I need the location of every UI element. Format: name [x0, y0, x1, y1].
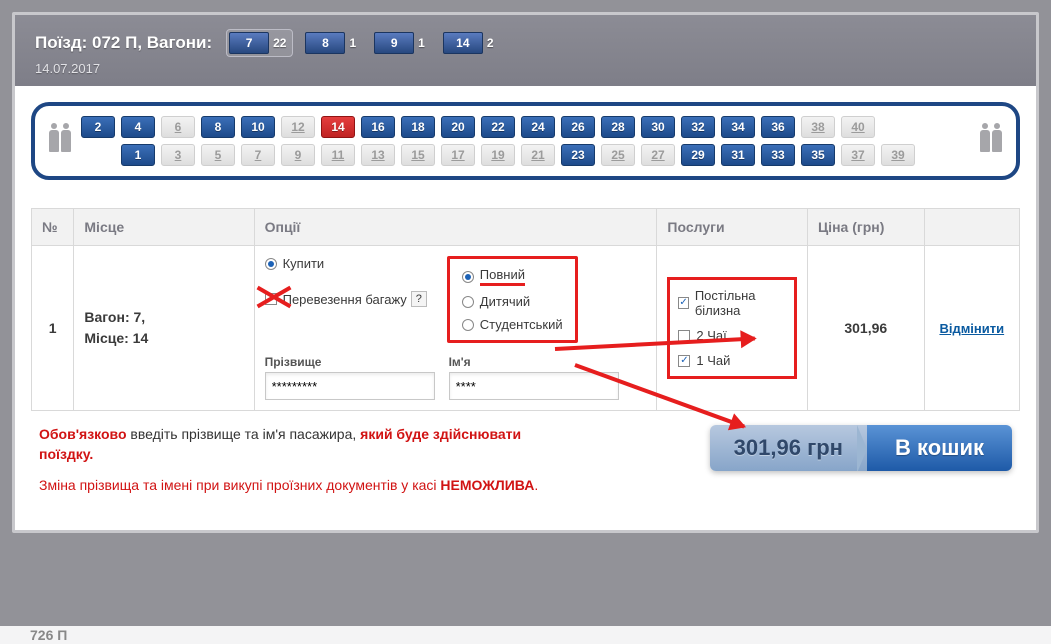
seat: 38	[801, 116, 835, 138]
th-num: №	[32, 209, 74, 246]
seat[interactable]: 33	[761, 144, 795, 166]
wagon-item[interactable]: 91	[372, 29, 431, 57]
seat: 19	[481, 144, 515, 166]
seat[interactable]: 14	[321, 116, 355, 138]
seat: 40	[841, 116, 875, 138]
seat: 37	[841, 144, 875, 166]
seat: 5	[201, 144, 235, 166]
seat[interactable]: 36	[761, 116, 795, 138]
seat: 25	[601, 144, 635, 166]
ticket-type-group: Повний Дитячий Студентський	[447, 256, 578, 343]
seat[interactable]: 1	[121, 144, 155, 166]
seat: 12	[281, 116, 315, 138]
row-price: 301,96	[807, 246, 924, 411]
seat[interactable]: 32	[681, 116, 715, 138]
help-button[interactable]: ?	[411, 291, 427, 307]
seat: 15	[401, 144, 435, 166]
seat: 27	[641, 144, 675, 166]
wagon-item[interactable]: 142	[441, 29, 500, 57]
firstname-input[interactable]	[449, 372, 619, 400]
row-services: ✓ Постільна білизна 2 Чаї ✓ 1 Чай	[657, 246, 808, 411]
ticket-child-radio[interactable]: Дитячий	[462, 294, 563, 309]
seat: 7	[241, 144, 275, 166]
seat[interactable]: 23	[561, 144, 595, 166]
person-icon-right	[980, 130, 1002, 152]
cart-total: 301,96 грн	[710, 425, 867, 471]
seat[interactable]: 8	[201, 116, 235, 138]
row-options: Купити Перевезення багажу ?	[254, 246, 657, 411]
seat[interactable]: 2	[81, 116, 115, 138]
seat[interactable]: 35	[801, 144, 835, 166]
wagon-list: 722 81 91 142	[226, 29, 499, 57]
linen-checkbox[interactable]: ✓ Постільна білизна	[678, 288, 786, 318]
seat[interactable]: 28	[601, 116, 635, 138]
seat: 21	[521, 144, 555, 166]
row-place: Вагон: 7, Місце: 14	[74, 246, 254, 411]
buy-radio[interactable]: Купити	[265, 256, 427, 271]
seat[interactable]: 4	[121, 116, 155, 138]
seat: 11	[321, 144, 355, 166]
th-options: Опції	[254, 209, 657, 246]
cancel-link[interactable]: Відмінити	[939, 321, 1004, 336]
seat[interactable]: 24	[521, 116, 555, 138]
lastname-input[interactable]	[265, 372, 435, 400]
seat: 3	[161, 144, 195, 166]
seat[interactable]: 20	[441, 116, 475, 138]
baggage-checkbox[interactable]: Перевезення багажу	[265, 292, 407, 307]
seat[interactable]: 31	[721, 144, 755, 166]
seat[interactable]: 10	[241, 116, 275, 138]
seat: 13	[361, 144, 395, 166]
seat[interactable]: 26	[561, 116, 595, 138]
seat: 6	[161, 116, 195, 138]
seat[interactable]: 34	[721, 116, 755, 138]
th-price: Ціна (грн)	[807, 209, 924, 246]
wagon-item[interactable]: 722	[226, 29, 293, 57]
seat[interactable]: 18	[401, 116, 435, 138]
modal-header: Поїзд: 072 П, Вагони: 722 81 91 142 14.07.2…	[15, 15, 1036, 86]
firstname-label: Ім'я	[449, 355, 619, 369]
seat-map: 246810121416182022242628303234363840 135…	[31, 102, 1020, 180]
train-label: Поїзд: 072 П, Вагони:	[35, 33, 212, 53]
seat[interactable]: 16	[361, 116, 395, 138]
seat: 17	[441, 144, 475, 166]
seat[interactable]: 29	[681, 144, 715, 166]
lastname-label: Прізвище	[265, 355, 435, 369]
ticket-full-radio[interactable]: Повний	[462, 267, 563, 286]
th-cancel	[924, 209, 1019, 246]
wagon-item[interactable]: 81	[303, 29, 362, 57]
th-services: Послуги	[657, 209, 808, 246]
tea2-checkbox[interactable]: 2 Чаї	[678, 328, 786, 343]
seat: 9	[281, 144, 315, 166]
seat[interactable]: 22	[481, 116, 515, 138]
warning-text: Обов'язково введіть прізвище та ім'я пас…	[39, 425, 559, 508]
th-place: Місце	[74, 209, 254, 246]
passenger-table: № Місце Опції Послуги Ціна (грн) 1 Вагон…	[31, 208, 1020, 411]
seat: 39	[881, 144, 915, 166]
bg-content: 726 П	[0, 626, 1051, 644]
tea1-checkbox[interactable]: ✓ 1 Чай	[678, 353, 786, 368]
header-date: 14.07.2017	[35, 61, 1016, 76]
modal: Поїзд: 072 П, Вагони: 7228191142 14.07.2…	[12, 12, 1039, 533]
seat[interactable]: 30	[641, 116, 675, 138]
add-to-cart-button[interactable]: 301,96 грн В кошик	[710, 425, 1012, 471]
person-icon-left	[49, 130, 71, 152]
cart-label: В кошик	[867, 425, 1012, 471]
row-num: 1	[32, 246, 74, 411]
ticket-student-radio[interactable]: Студентський	[462, 317, 563, 332]
